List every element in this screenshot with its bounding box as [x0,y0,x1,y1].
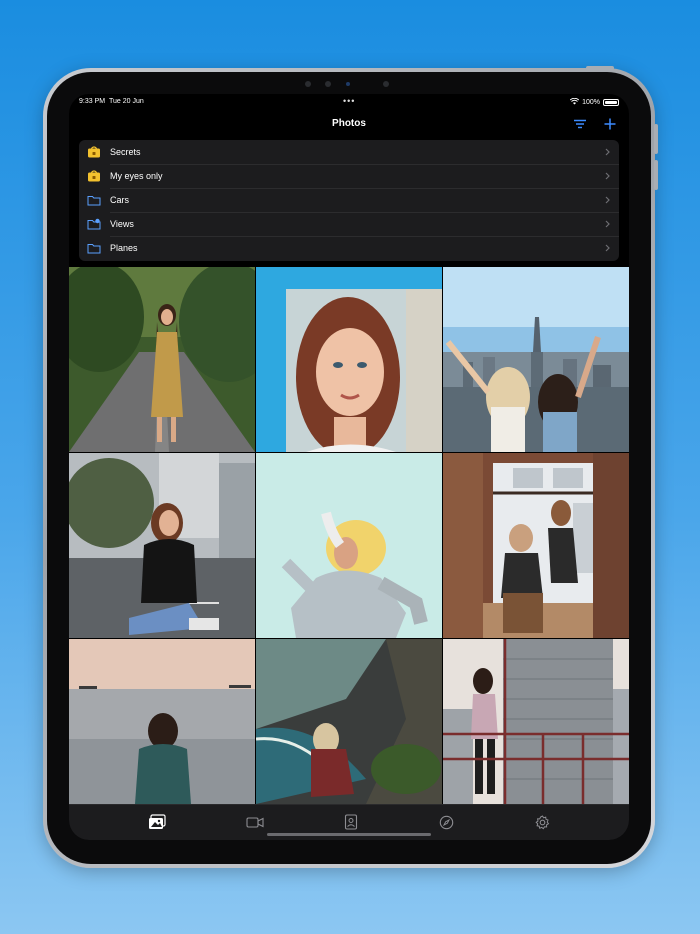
chevron-right-icon [605,148,610,156]
folder-icon [87,242,101,254]
power-button [586,66,614,70]
photo-thumbnail[interactable] [69,267,255,452]
videos-tab[interactable] [245,813,265,831]
navigation-bar: Photos [69,112,629,140]
sensor-dot [305,81,311,87]
sort-button[interactable] [573,117,589,133]
video-camera-icon [246,817,264,828]
lock-folder-icon [87,170,101,182]
photo-thumbnail[interactable] [256,453,442,638]
status-date-text: Tue 20 Jun [108,98,144,105]
status-time: 9:33 PM Tue 20 Jun [79,98,144,105]
battery-icon [603,99,619,106]
settings-tab[interactable] [532,813,552,831]
contact-card-icon [344,814,358,830]
wifi-icon [569,97,580,107]
photo-thumbnail[interactable] [443,267,629,452]
folder-icon [87,194,101,206]
photo-thumbnail[interactable] [256,639,442,804]
folder-row-my-eyes-only[interactable]: My eyes only [79,164,619,188]
lock-folder-icon [87,146,101,158]
multitasking-dots[interactable]: ••• [343,96,355,106]
sensor-dot [383,81,389,87]
tab-bar [69,804,629,840]
add-button[interactable] [603,117,619,133]
app-screen: 9:33 PM Tue 20 Jun ••• 100% Photos Secre… [69,94,629,840]
plus-icon [604,118,616,130]
folder-row-cars[interactable]: Cars [79,188,619,212]
shared-folder-icon [87,218,101,230]
folder-label: Planes [110,243,138,253]
folder-label: My eyes only [110,171,163,181]
chevron-right-icon [605,244,610,252]
volume-down-button [654,160,658,190]
photo-thumbnail[interactable] [443,453,629,638]
photo-thumbnail[interactable] [256,267,442,452]
photos-icon [149,814,166,829]
photo-thumbnail[interactable] [443,639,629,804]
folder-row-views[interactable]: Views [79,212,619,236]
folder-label: Secrets [110,147,141,157]
front-camera [346,82,350,86]
compass-icon [439,815,453,829]
home-indicator[interactable] [267,833,431,836]
folder-list: Secrets My eyes only Cars Views Planes [79,140,619,261]
battery-percent: 100% [582,99,600,106]
status-time-text: 9:33 PM [79,98,106,105]
chevron-right-icon [605,196,610,204]
status-right: 100% [569,97,619,107]
photos-tab[interactable] [147,813,167,831]
volume-up-button [654,124,658,154]
photo-thumbnail[interactable] [69,453,255,638]
sort-lines-icon [574,119,586,129]
chevron-right-icon [605,220,610,228]
browser-tab[interactable] [436,813,456,831]
folder-row-planes[interactable]: Planes [79,236,619,260]
contacts-tab[interactable] [341,813,361,831]
photo-grid [69,267,629,804]
folder-row-secrets[interactable]: Secrets [79,140,619,164]
photo-thumbnail[interactable] [69,639,255,804]
chevron-right-icon [605,172,610,180]
gear-icon [534,814,549,829]
folder-label: Views [110,219,134,229]
folder-label: Cars [110,195,130,205]
status-bar: 9:33 PM Tue 20 Jun ••• 100% [69,94,629,112]
sensor-dot [325,81,331,87]
page-title: Photos [332,118,366,129]
